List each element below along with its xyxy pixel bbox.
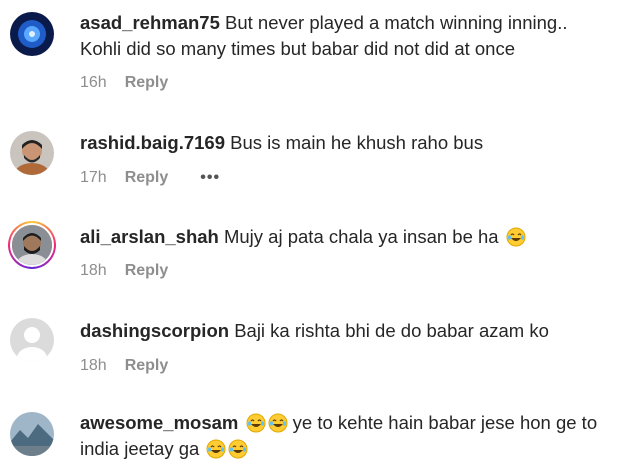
comment-meta: 18h Reply xyxy=(80,262,168,280)
username[interactable]: dashingscorpion xyxy=(80,320,229,341)
comment-meta: 17h Reply ••• xyxy=(80,169,220,187)
timestamp: 18h xyxy=(80,357,107,374)
comment-body: Baji ka rishta bhi de do babar azam ko xyxy=(234,320,549,341)
timestamp: 17h xyxy=(80,169,107,186)
comment-text: dashingscorpion Baji ka rishta bhi de do… xyxy=(80,318,625,344)
laughing-emoji-icon xyxy=(268,413,288,433)
comment-text: awesome_mosam ye to kehte hain babar jes… xyxy=(80,410,625,462)
reply-button[interactable]: Reply xyxy=(125,262,169,280)
comment-body: Mujy aj pata chala ya insan be ha xyxy=(223,226,499,247)
username[interactable]: rashid.baig.7169 xyxy=(80,132,225,153)
comment-meta: 16h Reply xyxy=(80,74,168,92)
username[interactable]: awesome_mosam xyxy=(80,412,238,433)
avatar[interactable] xyxy=(10,131,54,175)
reply-button[interactable]: Reply xyxy=(125,74,169,92)
comment-body: But never played a match winning inning.… xyxy=(225,12,568,33)
username[interactable]: ali_arslan_shah xyxy=(80,226,219,247)
comment-text: rashid.baig.7169 Bus is main he khush ra… xyxy=(80,130,625,156)
laughing-emoji-icon xyxy=(206,439,226,459)
laughing-emoji-icon xyxy=(228,439,248,459)
avatar[interactable] xyxy=(10,12,54,56)
timestamp: 16h xyxy=(80,74,107,91)
comment-body-line2: india jeetay ga xyxy=(80,438,200,459)
comment-text: asad_rehman75 But never played a match w… xyxy=(80,10,625,62)
laughing-emoji-icon xyxy=(506,227,526,247)
reply-button[interactable]: Reply xyxy=(125,169,169,187)
comment-meta: 18h Reply xyxy=(80,357,168,375)
laughing-emoji-icon xyxy=(246,413,266,433)
timestamp: 18h xyxy=(80,262,107,279)
avatar-with-story-ring[interactable] xyxy=(8,221,56,269)
more-options-icon[interactable]: ••• xyxy=(200,169,220,187)
reply-button[interactable]: Reply xyxy=(125,357,169,375)
comment-body: ye to kehte hain babar jese hon ge to xyxy=(292,412,598,433)
comment-body: Bus is main he khush raho bus xyxy=(230,132,484,153)
comment-text: ali_arslan_shah Mujy aj pata chala ya in… xyxy=(80,224,625,250)
username[interactable]: asad_rehman75 xyxy=(80,12,220,33)
avatar[interactable] xyxy=(10,318,54,362)
comment-body-line2: Kohli did so many times but babar did no… xyxy=(80,38,516,59)
avatar[interactable] xyxy=(10,412,54,456)
